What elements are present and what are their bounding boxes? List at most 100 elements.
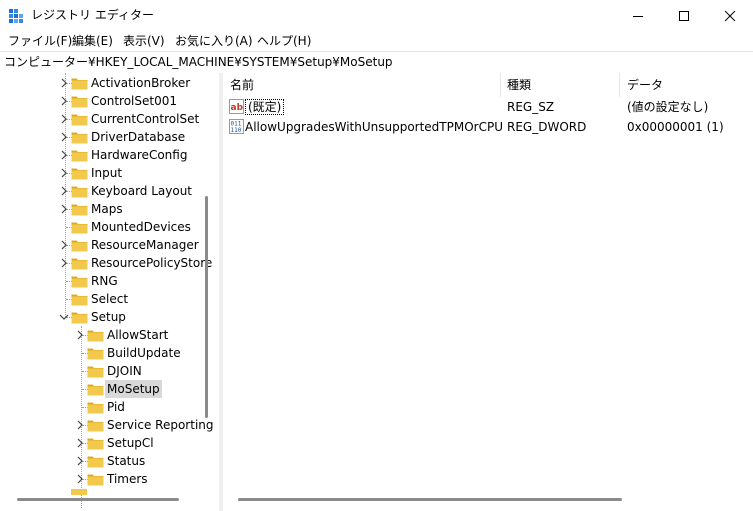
address-bar[interactable]: コンピューター¥HKEY_LOCAL_MACHINE¥SYSTEM¥Setup¥… (0, 51, 753, 74)
menu-edit[interactable]: 編集(E) (72, 32, 113, 51)
close-button[interactable] (707, 0, 753, 32)
tree-item[interactable]: Setup (0, 308, 205, 326)
chevron-right-icon[interactable] (59, 114, 69, 124)
menu-help[interactable]: ヘルプ(H) (257, 32, 311, 51)
column-separator[interactable] (500, 73, 501, 97)
folder-icon (71, 132, 88, 144)
tree-horizontal-scrollbar[interactable] (17, 498, 179, 501)
tree-item[interactable]: Input (0, 164, 205, 182)
folder-icon (87, 330, 104, 342)
tree-item[interactable]: DriverDatabase (0, 128, 205, 146)
value-data: (値の設定なし) (627, 100, 709, 114)
tree-item-label: BuildUpdate (107, 346, 181, 360)
chevron-right-icon[interactable] (75, 438, 85, 448)
tree-item[interactable]: CurrentControlSet (0, 110, 205, 128)
folder-icon (71, 294, 88, 306)
tree-item[interactable]: Service Reporting (0, 416, 214, 434)
folder-icon (87, 438, 104, 450)
chevron-right-icon[interactable] (59, 132, 69, 142)
svg-text:ab: ab (231, 103, 244, 113)
list-horizontal-scrollbar[interactable] (238, 498, 622, 501)
tree-item[interactable]: Pid (0, 398, 205, 416)
binary-value-icon: 011 110 (229, 119, 244, 134)
tree-item-label: CurrentControlSet (91, 112, 200, 126)
tree-item[interactable]: ResourceManager (0, 236, 205, 254)
chevron-down-icon[interactable] (59, 312, 69, 322)
tree-item[interactable]: BuildUpdate (0, 344, 205, 362)
tree-item-label: DriverDatabase (91, 130, 186, 144)
chevron-right-icon[interactable] (75, 456, 85, 466)
value-name: AllowUpgradesWithUnsupportedTPMOrCPU (245, 120, 503, 134)
folder-icon (87, 402, 104, 414)
folder-icon (71, 168, 88, 180)
chevron-right-icon[interactable] (59, 150, 69, 160)
column-header-data[interactable]: データ (627, 73, 663, 97)
tree-item[interactable]: MoSetup (0, 380, 205, 398)
tree-item[interactable]: HardwareConfig (0, 146, 205, 164)
tree-item-label: ControlSet001 (91, 94, 177, 108)
tree-item[interactable]: ActivationBroker (0, 74, 205, 92)
folder-icon (71, 489, 87, 495)
svg-text:110: 110 (231, 127, 242, 134)
chevron-right-icon[interactable] (59, 78, 69, 88)
value-name: (既定) (245, 99, 285, 115)
tree-item[interactable]: Maps (0, 200, 205, 218)
folder-icon (87, 384, 104, 396)
folder-icon (71, 150, 88, 162)
column-header-name[interactable]: 名前 (230, 73, 254, 97)
column-header-type[interactable]: 種類 (507, 73, 531, 97)
tree-vertical-scrollbar[interactable] (205, 196, 208, 418)
menu-file[interactable]: ファイル(F) (8, 32, 72, 51)
value-row[interactable]: 011 110 AllowUpgradesWithUnsupportedTPMO… (223, 117, 753, 137)
folder-icon (71, 258, 88, 270)
tree-item[interactable]: Select (0, 290, 205, 308)
maximize-button[interactable] (661, 0, 707, 32)
tree-item[interactable]: AllowStart (0, 326, 205, 344)
tree-item-label: MoSetup (105, 380, 162, 398)
tree-item[interactable]: MountedDevices (0, 218, 205, 236)
close-icon (724, 10, 736, 22)
tree-item-label: Pid (107, 400, 125, 414)
tree-item[interactable]: Keyboard Layout (0, 182, 205, 200)
chevron-right-icon[interactable] (59, 258, 69, 268)
folder-icon (71, 222, 88, 234)
chevron-right-icon[interactable] (59, 204, 69, 214)
tree-item-label: Status (107, 454, 146, 468)
values-list-pane[interactable]: 名前 種類 データ ab (既定) REG_SZ (値の設定なし) 011 11… (223, 73, 753, 511)
key-tree-pane[interactable]: ActivationBroker ControlSet001 CurrentCont… (0, 73, 219, 511)
menu-view[interactable]: 表示(V) (123, 32, 165, 51)
tree-item-label: RNG (91, 274, 118, 288)
folder-icon (71, 276, 88, 288)
tree-item[interactable]: ControlSet001 (0, 92, 205, 110)
tree-item[interactable]: Timers (0, 470, 205, 488)
address-path[interactable]: コンピューター¥HKEY_LOCAL_MACHINE¥SYSTEM¥Setup¥… (4, 54, 393, 70)
minimize-icon (633, 16, 643, 17)
folder-icon (87, 474, 104, 486)
tree-item-label: Timers (107, 472, 148, 486)
tree-item-label: Service Reporting (107, 418, 214, 432)
tree-item[interactable]: SetupCl (0, 434, 205, 452)
value-row[interactable]: ab (既定) REG_SZ (値の設定なし) (223, 97, 753, 117)
tree-item-label: Keyboard Layout (91, 184, 193, 198)
tree-item-label: Select (91, 292, 129, 306)
minimize-button[interactable] (615, 0, 661, 32)
menu-favorites[interactable]: お気に入り(A) (175, 32, 253, 51)
window-title: レジストリ エディター (31, 8, 154, 22)
chevron-right-icon[interactable] (75, 420, 85, 430)
column-separator[interactable] (619, 73, 620, 97)
chevron-right-icon[interactable] (59, 96, 69, 106)
tree-item[interactable]: DJOIN (0, 362, 205, 380)
tree-item-label: Input (91, 166, 123, 180)
tree-item[interactable]: ResourcePolicyStore (0, 254, 212, 272)
folder-icon (71, 312, 88, 324)
tree-item-label: HardwareConfig (91, 148, 188, 162)
tree-item[interactable]: Status (0, 452, 205, 470)
tree-item[interactable]: RNG (0, 272, 205, 290)
chevron-right-icon[interactable] (59, 240, 69, 250)
tree-item-label: Maps (91, 202, 123, 216)
value-type: REG_DWORD (507, 120, 587, 134)
chevron-right-icon[interactable] (75, 330, 85, 340)
chevron-right-icon[interactable] (59, 168, 69, 178)
chevron-right-icon[interactable] (75, 474, 85, 484)
chevron-right-icon[interactable] (59, 186, 69, 196)
